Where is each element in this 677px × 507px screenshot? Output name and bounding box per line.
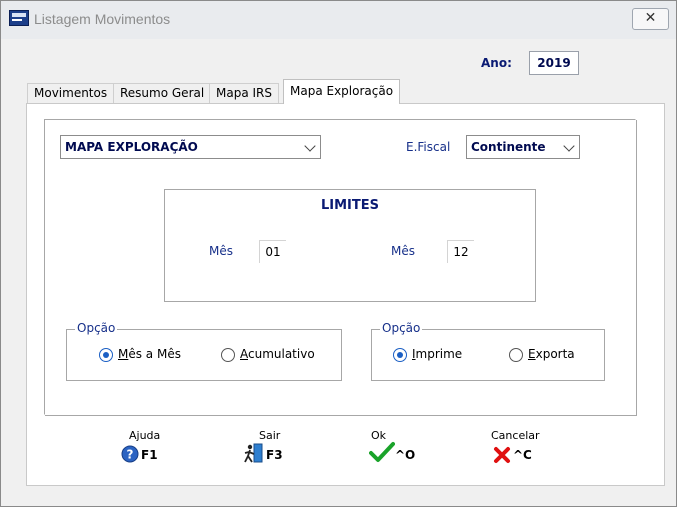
opcao-periodo-group: Opção Mês a Mês Acumulativo: [66, 321, 342, 381]
radio-imprime-label[interactable]: Imprime: [412, 347, 462, 361]
limites-title: LIMITES: [320, 198, 379, 213]
content-frame: MAPA EXPLORAÇÃO E.Fiscal Continente LIMI…: [44, 119, 636, 415]
ok-button[interactable]: Ok ^O: [369, 429, 429, 469]
mnemonic-e: E: [528, 347, 536, 361]
ok-key: ^O: [395, 448, 416, 462]
radio-imprime[interactable]: [393, 348, 407, 362]
label-rest: mprime: [415, 347, 463, 361]
radio-exporta[interactable]: [509, 348, 523, 362]
mnemonic-m: M: [118, 347, 129, 361]
app-icon: [9, 10, 29, 26]
efiscal-value: Continente: [471, 140, 546, 154]
sair-button[interactable]: Sair F3: [239, 429, 299, 469]
tab-resumo-geral[interactable]: Resumo Geral: [113, 83, 212, 104]
mes-to-field[interactable]: 12: [447, 240, 474, 263]
tab-movimentos[interactable]: Movimentos: [27, 83, 115, 104]
exit-door-icon: [244, 443, 263, 463]
label-rest: xporta: [535, 347, 575, 361]
ajuda-key: F1: [141, 448, 158, 462]
window-title: Listagem Movimentos: [34, 11, 171, 27]
dialog-window: Listagem Movimentos ✕ Ano: 2019 Moviment…: [0, 0, 677, 507]
report-type-value: MAPA EXPLORAÇÃO: [65, 140, 198, 154]
mes-from-field[interactable]: 01: [259, 240, 286, 263]
chevron-down-icon: [563, 140, 575, 152]
efiscal-label: E.Fiscal: [406, 140, 451, 154]
red-x-icon: [494, 447, 510, 463]
chevron-down-icon: [304, 140, 316, 152]
ano-label: Ano:: [481, 56, 512, 70]
radio-acumulativo-label[interactable]: Acumulativo: [240, 347, 315, 361]
efiscal-select[interactable]: Continente: [466, 135, 580, 159]
opcao-saida-legend: Opção: [380, 321, 423, 335]
sair-label: Sair: [259, 429, 281, 442]
mnemonic-a: A: [240, 347, 248, 361]
tab-mapa-irs[interactable]: Mapa IRS: [209, 83, 279, 104]
cancelar-label: Cancelar: [491, 429, 540, 442]
mes-from-label: Mês: [209, 244, 233, 258]
radio-mes-a-mes-label[interactable]: Mês a Mês: [118, 347, 181, 361]
opcao-periodo-legend: Opção: [75, 321, 118, 335]
radio-acumulativo[interactable]: [221, 348, 235, 362]
radio-mes-a-mes[interactable]: [99, 348, 113, 362]
mes-to-label: Mês: [391, 244, 415, 258]
ano-field[interactable]: 2019: [529, 51, 579, 75]
title-bar: Listagem Movimentos ✕: [1, 1, 676, 39]
opcao-saida-group: Opção Imprime Exporta: [371, 321, 605, 381]
limites-group: LIMITES Mês 01 Mês 12: [164, 189, 536, 302]
radio-exporta-label[interactable]: Exporta: [528, 347, 575, 361]
sair-key: F3: [266, 448, 283, 462]
cancelar-key: ^C: [513, 448, 532, 462]
ajuda-label: Ajuda: [129, 429, 161, 442]
label-rest: ês a Mês: [128, 347, 181, 361]
cancelar-button[interactable]: Cancelar ^C: [491, 429, 561, 469]
label-rest: cumulativo: [248, 347, 315, 361]
report-type-select[interactable]: MAPA EXPLORAÇÃO: [60, 135, 321, 159]
svg-text:?: ?: [127, 448, 134, 462]
tab-mapa-exploracao[interactable]: Mapa Exploração: [283, 79, 401, 104]
help-icon: ?: [121, 445, 139, 463]
ajuda-button[interactable]: Ajuda ? F1: [119, 429, 179, 469]
checkmark-icon: [369, 442, 395, 462]
close-button[interactable]: ✕: [632, 8, 669, 30]
